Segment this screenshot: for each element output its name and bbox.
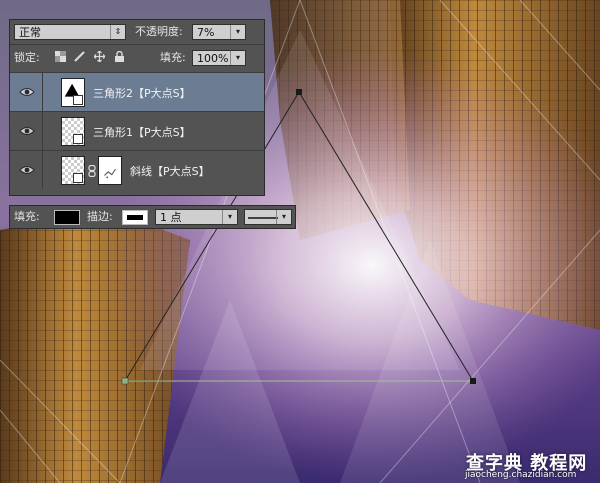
chevron-down-icon: ▾ — [276, 210, 291, 224]
opacity-value: 7% — [197, 26, 215, 39]
fill-label: 填充: — [160, 51, 186, 64]
layer-row[interactable]: 三角形1【P大点S】 — [10, 111, 264, 150]
layer-row[interactable]: 三角形2【P大点S】 — [10, 72, 264, 111]
shape-options-bar: 填充: 描边: 1 点 ▾ ▾ — [9, 205, 296, 229]
triangle-shape-icon — [61, 78, 85, 107]
blend-row: 正常 ⇕ 不透明度: 7% ▾ — [10, 20, 264, 44]
divider — [42, 112, 43, 150]
stroke-color-swatch[interactable] — [122, 210, 148, 225]
updown-arrow-icon: ⇕ — [110, 25, 125, 39]
divider — [42, 151, 43, 189]
chevron-down-icon: ▾ — [230, 25, 245, 39]
layer-row[interactable]: 斜线【P大点S】 — [10, 150, 264, 194]
watermark-url: jiaocheng.chazidian.com — [465, 470, 577, 480]
chain-link-icon[interactable] — [88, 165, 96, 177]
fill-value: 100% — [197, 52, 229, 65]
lock-row: 锁定: 填充: 100% ▾ — [10, 44, 264, 72]
shape-layer-icon — [61, 117, 85, 146]
layers-panel: 正常 ⇕ 不透明度: 7% ▾ 锁定: 填充: 100% ▾ 三角形2【P大点S… — [9, 19, 265, 196]
solid-line-icon — [248, 217, 278, 219]
fill-label: 填充: — [14, 210, 40, 223]
eye-visibility-icon[interactable] — [19, 86, 35, 98]
layer-name: 斜线【P大点S】 — [130, 165, 210, 178]
masked-layer-icon — [61, 156, 85, 185]
lock-position-icon[interactable] — [94, 51, 105, 62]
chevron-down-icon: ▾ — [222, 210, 237, 224]
stroke-width-value: 1 点 — [160, 211, 182, 224]
shape-badge-icon — [73, 95, 83, 105]
shape-badge-icon — [73, 134, 83, 144]
blend-mode-value: 正常 — [19, 26, 41, 39]
stroke-width-dropdown[interactable]: 1 点 ▾ — [155, 209, 238, 225]
lock-image-pixels-icon[interactable] — [74, 51, 85, 62]
lock-all-icon[interactable] — [114, 51, 125, 62]
opacity-dropdown[interactable]: 7% ▾ — [192, 24, 246, 40]
fill-dropdown[interactable]: 100% ▾ — [192, 50, 246, 66]
divider — [42, 73, 43, 111]
lock-transparent-pixels-icon[interactable] — [55, 51, 66, 62]
eye-visibility-icon[interactable] — [19, 164, 35, 176]
layer-mask-thumbnail[interactable] — [98, 156, 122, 185]
layer-name: 三角形1【P大点S】 — [93, 126, 191, 139]
layer-name: 三角形2【P大点S】 — [93, 87, 191, 100]
eye-visibility-icon[interactable] — [19, 125, 35, 137]
shape-badge-icon — [73, 173, 83, 183]
blend-mode-dropdown[interactable]: 正常 ⇕ — [14, 24, 126, 40]
stroke-type-dropdown[interactable]: ▾ — [244, 209, 292, 225]
chevron-down-icon: ▾ — [230, 51, 245, 65]
stroke-label: 描边: — [87, 210, 113, 223]
fill-color-swatch[interactable] — [54, 210, 80, 225]
opacity-label: 不透明度: — [135, 25, 183, 38]
lock-label: 锁定: — [14, 51, 40, 64]
